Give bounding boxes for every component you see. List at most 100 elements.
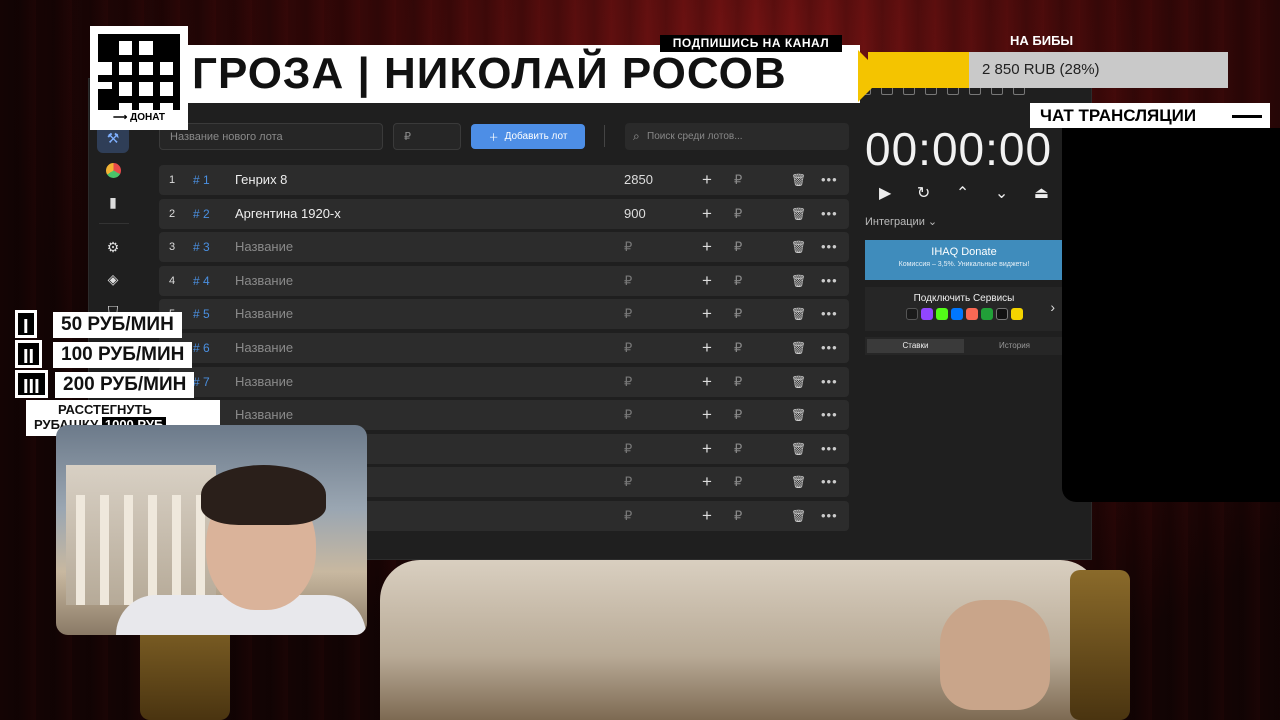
more-icon[interactable]: ••• bbox=[821, 333, 838, 363]
lot-amount[interactable]: ₽ bbox=[624, 400, 632, 430]
lot-number: 4 bbox=[169, 274, 176, 287]
more-icon[interactable]: ••• bbox=[821, 501, 838, 531]
lot-row[interactable]: 5# 5Название₽+₽🗑••• bbox=[159, 299, 849, 330]
lot-row[interactable]: 2 # 2 Аргентина 1920-х 900 + ₽ 🗑 ••• bbox=[159, 198, 849, 229]
trash-icon[interactable]: 🗑 bbox=[791, 299, 806, 329]
bar-chart-icon[interactable]: ▮ bbox=[97, 187, 129, 217]
webcam-feed bbox=[56, 425, 367, 635]
add-bid-icon[interactable]: + bbox=[702, 367, 712, 397]
trash-icon[interactable]: 🗑 bbox=[791, 367, 806, 397]
add-bid-icon[interactable]: + bbox=[702, 232, 712, 262]
lot-amount[interactable]: ₽ bbox=[624, 333, 632, 363]
integrations-dropdown[interactable]: Интеграции ⌄ bbox=[865, 215, 1063, 228]
add-lot-label: Добавить лот bbox=[504, 131, 568, 142]
more-icon[interactable]: ••• bbox=[821, 199, 838, 229]
lot-row[interactable]: 6# 6Название₽+₽🗑••• bbox=[159, 332, 849, 363]
donate-service-card[interactable]: IHAQ Donate Комиссия – 3,5%. Уникальные … bbox=[865, 240, 1063, 280]
reset-icon[interactable]: ↻ bbox=[917, 183, 930, 203]
more-icon[interactable]: ••• bbox=[821, 266, 838, 296]
lot-amount[interactable]: ₽ bbox=[624, 434, 632, 464]
donate-title: IHAQ Donate bbox=[931, 246, 997, 258]
services-title: Подключить Сервисы bbox=[913, 293, 1015, 304]
lot-row[interactable]: 1 # 1 Генрих 8 2850 + ₽ 🗑 ••• bbox=[159, 165, 849, 195]
currency-input[interactable]: ₽ bbox=[734, 232, 742, 262]
more-icon[interactable]: ••• bbox=[821, 299, 838, 329]
toolbar-divider bbox=[604, 125, 605, 147]
currency-input[interactable]: ₽ bbox=[734, 299, 742, 329]
add-bid-icon[interactable]: + bbox=[702, 299, 712, 329]
lot-name[interactable]: Название bbox=[235, 266, 293, 296]
lot-row[interactable]: 3 # 3 Название ₽ + ₽ 🗑 ••• bbox=[159, 232, 849, 263]
add-bid-icon[interactable]: + bbox=[702, 333, 712, 363]
new-lot-input[interactable] bbox=[159, 123, 383, 150]
add-bid-icon[interactable]: + bbox=[702, 165, 712, 195]
eject-icon[interactable]: ⏏ bbox=[1034, 183, 1049, 203]
add-bid-icon[interactable]: + bbox=[702, 434, 712, 464]
more-icon[interactable]: ••• bbox=[821, 232, 838, 262]
trash-icon[interactable]: 🗑 bbox=[791, 467, 806, 497]
tab-history[interactable]: История bbox=[966, 337, 1063, 355]
lot-amount-input[interactable] bbox=[393, 123, 461, 150]
play-icon[interactable]: ▶ bbox=[879, 183, 891, 203]
timer: 00:00:00 bbox=[865, 123, 1053, 175]
trash-icon[interactable]: 🗑 bbox=[791, 434, 806, 464]
currency-input[interactable]: ₽ bbox=[734, 333, 742, 363]
add-bid-icon[interactable]: + bbox=[702, 501, 712, 531]
trash-icon[interactable]: 🗑 bbox=[791, 232, 806, 262]
goal-progress-bar: 2 850 RUB (28%) bbox=[868, 52, 1228, 88]
currency-input[interactable]: ₽ bbox=[734, 199, 742, 229]
lot-amount[interactable]: ₽ bbox=[624, 299, 632, 329]
more-icon[interactable]: ••• bbox=[821, 467, 838, 497]
currency-input[interactable]: ₽ bbox=[734, 367, 742, 397]
more-icon[interactable]: ••• bbox=[821, 367, 838, 397]
search-box: ⌕ bbox=[625, 123, 849, 150]
trash-icon[interactable]: 🗑 bbox=[791, 266, 806, 296]
connect-services-card[interactable]: Подключить Сервисы › bbox=[865, 287, 1063, 331]
add-bid-icon[interactable]: + bbox=[702, 199, 712, 229]
trash-icon[interactable]: 🗑 bbox=[791, 165, 806, 195]
lot-amount[interactable]: 900 bbox=[624, 199, 646, 229]
lot-id: # 4 bbox=[193, 273, 210, 288]
gear-icon[interactable]: ⚙ bbox=[97, 232, 129, 262]
currency-input[interactable]: ₽ bbox=[734, 501, 742, 531]
currency-input[interactable]: ₽ bbox=[734, 467, 742, 497]
lot-name[interactable]: Название bbox=[235, 299, 293, 329]
lot-name[interactable]: Генрих 8 bbox=[235, 165, 287, 195]
chat-area bbox=[1062, 128, 1280, 502]
price-tier-numeral: II bbox=[15, 340, 43, 368]
add-lot-button[interactable]: ＋ Добавить лот bbox=[471, 124, 585, 149]
currency-input[interactable]: ₽ bbox=[734, 165, 742, 195]
price-tier-text: 50 РУБ/МИН bbox=[53, 312, 182, 338]
chevron-up-icon[interactable]: ⌃ bbox=[956, 183, 969, 203]
tab-bids[interactable]: Ставки bbox=[867, 339, 964, 353]
add-bid-icon[interactable]: + bbox=[702, 467, 712, 497]
pie-chart-icon[interactable] bbox=[97, 155, 129, 185]
trash-icon[interactable]: 🗑 bbox=[791, 501, 806, 531]
more-icon[interactable]: ••• bbox=[821, 400, 838, 430]
lot-amount[interactable]: ₽ bbox=[624, 501, 632, 531]
lot-name[interactable]: Аргентина 1920-х bbox=[235, 199, 341, 229]
currency-input[interactable]: ₽ bbox=[734, 434, 742, 464]
chevron-down-icon[interactable]: ⌄ bbox=[995, 183, 1008, 203]
add-bid-icon[interactable]: + bbox=[702, 400, 712, 430]
lot-amount[interactable]: ₽ bbox=[624, 266, 632, 296]
lot-row[interactable]: 4 # 4 Название ₽ + ₽ 🗑 ••• bbox=[159, 265, 849, 296]
add-bid-icon[interactable]: + bbox=[702, 266, 712, 296]
layers-icon[interactable]: ◈ bbox=[97, 264, 129, 294]
lot-amount[interactable]: ₽ bbox=[624, 367, 632, 397]
currency-input[interactable]: ₽ bbox=[734, 400, 742, 430]
lot-amount[interactable]: ₽ bbox=[624, 232, 632, 262]
more-icon[interactable]: ••• bbox=[821, 434, 838, 464]
lot-row[interactable]: 7# 7Название₽+₽🗑••• bbox=[159, 366, 849, 397]
lot-amount[interactable]: ₽ bbox=[624, 467, 632, 497]
more-icon[interactable]: ••• bbox=[821, 165, 838, 195]
lot-amount[interactable]: 2850 bbox=[624, 165, 653, 195]
search-input[interactable] bbox=[647, 123, 845, 150]
trash-icon[interactable]: 🗑 bbox=[791, 333, 806, 363]
lot-name[interactable]: Название bbox=[235, 333, 293, 363]
trash-icon[interactable]: 🗑 bbox=[791, 400, 806, 430]
lot-name[interactable]: Название bbox=[235, 367, 293, 397]
lot-name[interactable]: Название bbox=[235, 232, 293, 262]
trash-icon[interactable]: 🗑 bbox=[791, 199, 806, 229]
currency-input[interactable]: ₽ bbox=[734, 266, 742, 296]
